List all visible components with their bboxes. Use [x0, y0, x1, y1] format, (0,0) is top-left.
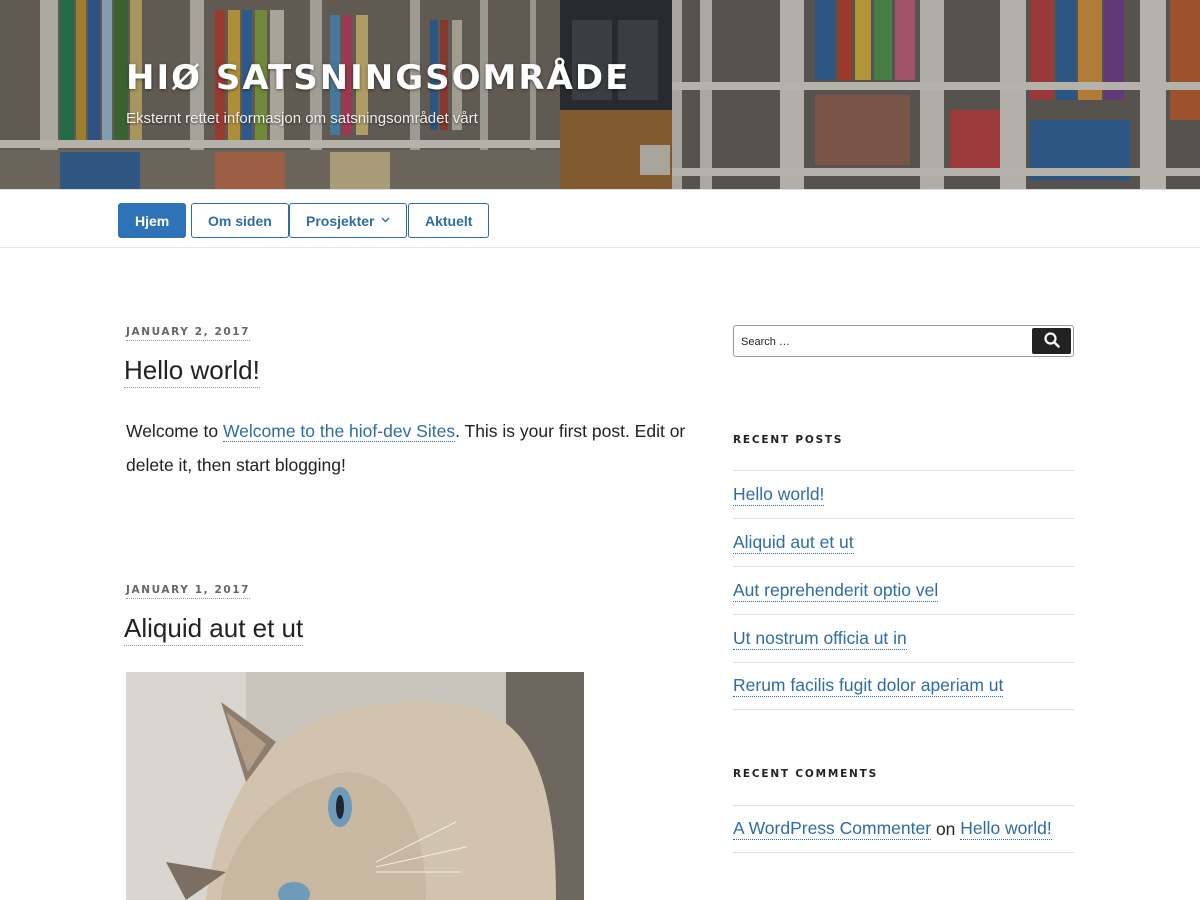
post-date[interactable]: JANUARY 1, 2017 [126, 584, 251, 599]
list-item: Rerum facilis fugit dolor aperiam ut [733, 662, 1074, 710]
nav-item-label: Om siden [208, 212, 272, 229]
cat-photo[interactable] [126, 672, 584, 900]
site-description: Eksternt rettet informasjon om satsnings… [126, 110, 478, 127]
post-link[interactable]: Welcome to the hiof-dev Sites [222, 421, 456, 442]
list-item: Aut reprehenderit optio vel [733, 566, 1074, 614]
nav-item-om-siden[interactable]: Om siden [191, 203, 289, 238]
recent-post-link[interactable]: Hello world! [733, 484, 825, 506]
recent-post-link[interactable]: Ut nostrum officia ut in [733, 628, 907, 650]
site-title[interactable]: HIØ SATSNINGSOMRÅDE [126, 58, 630, 98]
recent-posts-list: Hello world! Aliquid aut et ut Aut repre… [733, 470, 1074, 710]
nav-item-label: Aktuelt [425, 212, 473, 229]
comment-author-link[interactable]: A WordPress Commenter [733, 818, 932, 840]
chevron-down-icon [381, 215, 390, 226]
comment-joiner: on [935, 818, 956, 839]
post-title[interactable]: Hello world! [124, 355, 260, 388]
post-content: Welcome to Welcome to the hiof-dev Sites… [126, 414, 686, 482]
comment-post-link[interactable]: Hello world! [960, 818, 1052, 840]
recent-post-link[interactable]: Rerum facilis fugit dolor aperiam ut [733, 675, 1004, 697]
post-date[interactable]: JANUARY 2, 2017 [126, 326, 251, 341]
recent-posts-title: RECENT POSTS [733, 434, 844, 446]
search-icon [1043, 331, 1060, 351]
recent-comments-list: A WordPress Commenter on Hello world! [733, 805, 1074, 853]
recent-post-link[interactable]: Aut reprehenderit optio vel [733, 580, 939, 602]
list-item: Hello world! [733, 470, 1074, 518]
list-item: A WordPress Commenter on Hello world! [733, 805, 1074, 853]
search-input[interactable] [741, 333, 1021, 351]
search-form [733, 325, 1074, 357]
recent-post-link[interactable]: Aliquid aut et ut [733, 532, 854, 554]
nav-item-prosjekter[interactable]: Prosjekter [289, 203, 408, 238]
nav-item-aktuelt[interactable]: Aktuelt [408, 203, 490, 238]
list-item: Ut nostrum officia ut in [733, 614, 1074, 662]
nav-item-label: Prosjekter [306, 212, 375, 229]
nav-item-label: Hjem [135, 212, 170, 229]
main-navigation: Hjem Om siden Prosjekter Aktuelt [0, 189, 1200, 248]
post-text: Welcome to [126, 421, 223, 441]
header-banner: HIØ SATSNINGSOMRÅDE Eksternt rettet info… [0, 0, 1200, 189]
search-button[interactable] [1032, 328, 1071, 354]
recent-comments-title: RECENT COMMENTS [733, 768, 878, 780]
list-item: Aliquid aut et ut [733, 518, 1074, 566]
post-title[interactable]: Aliquid aut et ut [124, 613, 304, 646]
nav-item-hjem[interactable]: Hjem [118, 203, 187, 238]
